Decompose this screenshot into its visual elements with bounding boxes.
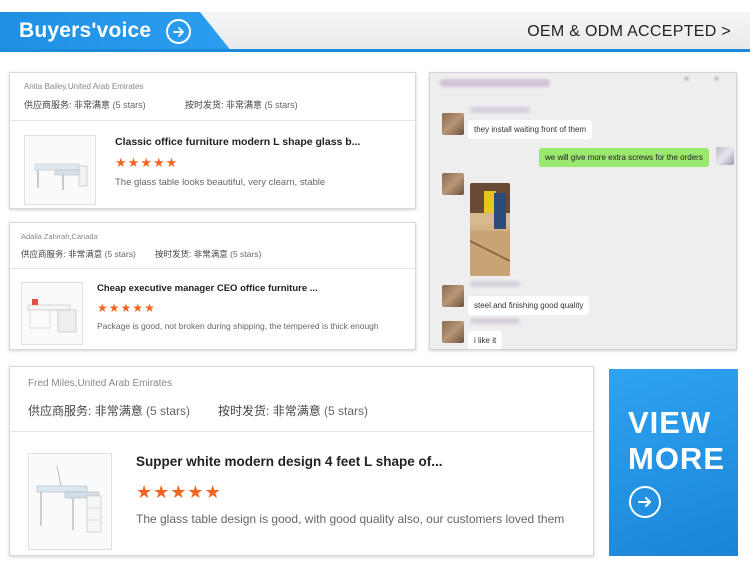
review-comment: The glass table design is good, with goo…	[136, 512, 565, 526]
on-time-delivery-rating: 按时发货: 非常满意 (5 stars)	[185, 98, 298, 111]
star-rating: ★★★★★	[115, 155, 178, 171]
chat-message: steel.and finishing good quality	[468, 296, 590, 315]
service-value: 非常满意	[94, 404, 143, 418]
star-rating: ★★★★★	[136, 482, 222, 503]
delivery-stars-note: (5 stars)	[264, 100, 298, 110]
supplier-service-rating: 供应商服务: 非常满意 (5 stars)	[28, 402, 190, 419]
star-icon: ★	[165, 155, 179, 170]
review-comment: The glass table looks beautiful, very cl…	[115, 177, 326, 188]
star-icon: ★	[153, 482, 171, 502]
review-card[interactable]: Anita Bailey,United Arab Emirates 供应商服务:…	[9, 72, 416, 209]
service-label: 供应商服务:	[24, 100, 72, 110]
product-image[interactable]	[28, 453, 112, 550]
product-image[interactable]	[21, 282, 83, 345]
review-card[interactable]: Adalia Zahirah,Canada 供应商服务: 非常满意 (5 sta…	[9, 222, 416, 350]
star-icon: ★	[108, 301, 121, 315]
product-title[interactable]: Cheap executive manager CEO office furni…	[97, 283, 318, 294]
star-icon: ★	[140, 155, 153, 170]
view-more-line1: VIEW	[628, 405, 712, 440]
star-icon: ★	[170, 482, 188, 502]
menu-dot	[715, 77, 718, 80]
star-icon: ★	[115, 155, 128, 170]
avatar	[442, 173, 464, 195]
service-stars-note: (5 stars)	[104, 249, 136, 259]
delivery-value: 非常满意	[193, 249, 228, 259]
blurred-name	[470, 318, 520, 324]
product-image[interactable]	[24, 135, 96, 205]
section-title: Buyers'voice	[19, 19, 152, 42]
chat-photo	[470, 183, 510, 276]
star-icon: ★	[144, 301, 156, 315]
delivery-stars-note: (5 stars)	[230, 249, 262, 259]
star-rating: ★★★★★	[97, 301, 156, 315]
avatar	[442, 321, 464, 343]
product-title[interactable]: Classic office furniture modern L shape …	[115, 136, 360, 148]
header-underline	[0, 49, 750, 52]
on-time-delivery-rating: 按时发货: 非常满意 (5 stars)	[218, 402, 368, 419]
review-author: Fred Miles,United Arab Emirates	[28, 378, 172, 389]
service-stars-note: (5 stars)	[112, 100, 146, 110]
delivery-value: 非常满意	[226, 100, 263, 110]
card-divider	[10, 268, 415, 269]
on-time-delivery-rating: 按时发货: 非常满意 (5 stars)	[155, 248, 261, 260]
review-card[interactable]: Fred Miles,United Arab Emirates 供应商服务: 非…	[9, 366, 594, 556]
arrow-right-circle-icon[interactable]	[629, 486, 661, 518]
delivery-label: 按时发货:	[155, 249, 192, 259]
avatar	[442, 285, 464, 307]
star-icon: ★	[132, 301, 145, 315]
delivery-value: 非常满意	[272, 404, 321, 418]
blurred-header	[440, 79, 550, 87]
delivery-label: 按时发货:	[185, 100, 224, 110]
star-icon: ★	[120, 301, 133, 315]
blurred-name	[470, 281, 520, 287]
arrow-right-circle-icon[interactable]	[166, 19, 191, 44]
oem-odm-link[interactable]: OEM & ODM ACCEPTED >	[527, 23, 731, 41]
chat-screenshot: they install waiting front of them we wi…	[429, 72, 737, 350]
star-icon: ★	[97, 301, 109, 315]
service-value: 非常满意	[68, 249, 103, 259]
avatar	[716, 147, 734, 165]
service-stars-note: (5 stars)	[146, 404, 191, 418]
supplier-service-rating: 供应商服务: 非常满意 (5 stars)	[21, 248, 136, 260]
view-more-line2: MORE	[628, 441, 725, 476]
star-icon: ★	[136, 482, 154, 502]
review-author: Anita Bailey,United Arab Emirates	[24, 82, 144, 91]
star-icon: ★	[187, 482, 205, 502]
card-divider	[10, 120, 415, 121]
avatar	[442, 113, 464, 135]
product-title[interactable]: Supper white modern design 4 feet L shap…	[136, 454, 443, 469]
service-label: 供应商服务:	[28, 404, 92, 418]
chat-message: we will give more extra screws for the o…	[539, 148, 709, 167]
view-more-button[interactable]: VIEW MORE	[609, 369, 738, 556]
blurred-name	[470, 107, 530, 113]
section-header: Buyers'voice OEM & ODM ACCEPTED >	[0, 12, 750, 52]
star-icon: ★	[127, 155, 141, 170]
chat-message: i like it	[468, 331, 503, 349]
chat-message: they install waiting front of them	[468, 120, 593, 139]
delivery-stars-note: (5 stars)	[324, 404, 369, 418]
review-author: Adalia Zahirah,Canada	[21, 232, 98, 241]
service-value: 非常满意	[74, 100, 111, 110]
star-icon: ★	[204, 482, 222, 502]
supplier-service-rating: 供应商服务: 非常满意 (5 stars)	[24, 98, 146, 111]
card-divider	[10, 431, 593, 432]
star-icon: ★	[152, 155, 166, 170]
service-label: 供应商服务:	[21, 249, 66, 259]
review-comment: Package is good, not broken during shipp…	[97, 321, 379, 331]
delivery-label: 按时发货:	[218, 404, 270, 418]
menu-dot	[685, 77, 688, 80]
